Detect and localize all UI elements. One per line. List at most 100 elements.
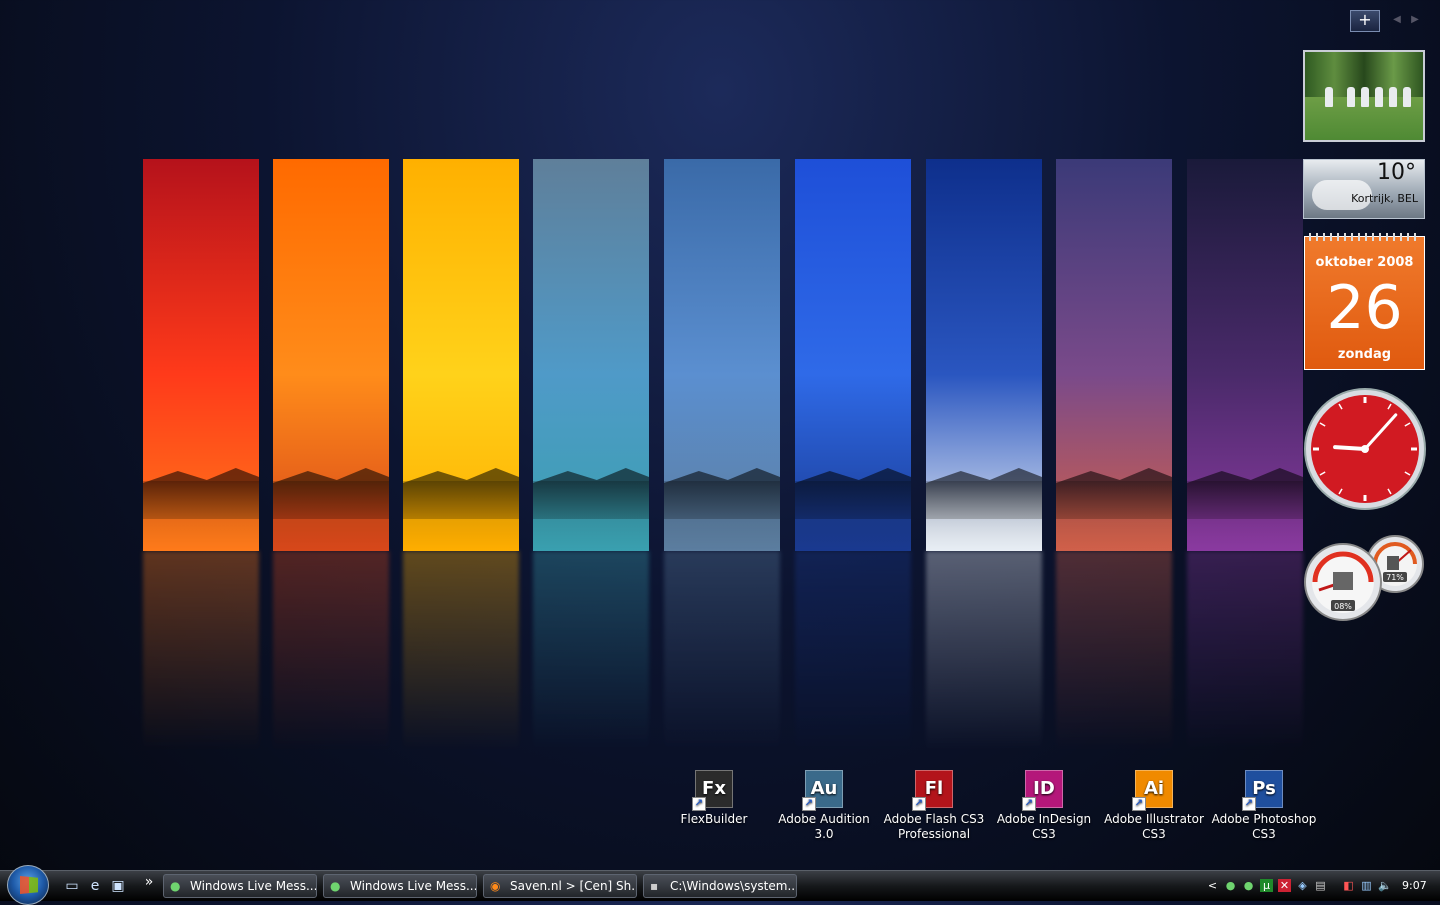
calendar-gadget[interactable]: oktober 2008 26 zondag bbox=[1304, 233, 1425, 370]
weather-location: Kortrijk, BEL bbox=[1351, 192, 1418, 205]
taskbar-button-label: Saven.nl > [Cen] Sh... bbox=[510, 879, 637, 893]
desktop-icon-indesign[interactable]: ID ↗ Adobe InDesign CS3 bbox=[989, 770, 1099, 842]
desktop-icon-illustrator[interactable]: Ai ↗ Adobe Illustrator CS3 bbox=[1099, 770, 1209, 842]
wallpaper-reflection bbox=[143, 551, 259, 751]
cpu-meter-gadget[interactable]: 71% 08% bbox=[1303, 528, 1427, 623]
shortcut-arrow-icon: ↗ bbox=[692, 797, 706, 811]
strip-sea bbox=[533, 481, 649, 551]
desktop-icon-photoshop[interactable]: Ps ↗ Adobe Photoshop CS3 bbox=[1209, 770, 1319, 842]
calendar-rings bbox=[1309, 233, 1420, 241]
taskbar-button-cmd[interactable]: ▪ C:\Windows\system... bbox=[643, 874, 797, 898]
clock-center bbox=[1361, 445, 1369, 453]
strip-sea bbox=[926, 481, 1042, 551]
wallpaper-strip bbox=[1187, 159, 1303, 551]
wallpaper-strip bbox=[664, 159, 780, 551]
taskbar-button-firefox[interactable]: ◉ Saven.nl > [Cen] Sh... bbox=[483, 874, 637, 898]
taskbar-button-label: Windows Live Mess... bbox=[350, 879, 477, 893]
shortcut-arrow-icon: ↗ bbox=[1242, 797, 1256, 811]
wallpaper-reflection bbox=[273, 551, 389, 751]
photo-figure bbox=[1389, 87, 1397, 107]
desktop-icon-label: Adobe Flash CS3 Professional bbox=[883, 812, 985, 841]
taskbar: ▭ e ▣ » ● Windows Live Mess... ● Windows… bbox=[0, 865, 1440, 905]
tray-expand-button[interactable]: < bbox=[1206, 879, 1219, 892]
alert-tray-icon[interactable]: ◧ bbox=[1342, 879, 1355, 892]
utorrent-tray-icon[interactable]: μ bbox=[1260, 879, 1273, 892]
strip-sea bbox=[795, 481, 911, 551]
desktop-icon-label: FlexBuilder bbox=[680, 812, 748, 826]
desktop-icon-label: Adobe Audition 3.0 bbox=[778, 812, 870, 841]
wallpaper-reflection bbox=[926, 551, 1042, 751]
photo-figure bbox=[1325, 87, 1333, 107]
network-tray-icon[interactable]: ◈ bbox=[1296, 879, 1309, 892]
firefox-icon: ◉ bbox=[490, 879, 501, 893]
wallpaper-reflection bbox=[1056, 551, 1172, 751]
strip-sea bbox=[273, 481, 389, 551]
weather-temperature: 10° bbox=[1377, 160, 1416, 185]
strip-sea bbox=[664, 481, 780, 551]
previous-gadgets-icon[interactable]: ◀ bbox=[1390, 14, 1404, 26]
strip-sea bbox=[143, 481, 259, 551]
antivirus-tray-icon[interactable]: ✕ bbox=[1278, 879, 1291, 892]
strip-sea bbox=[1187, 481, 1303, 551]
add-gadget-button[interactable]: + bbox=[1350, 10, 1380, 32]
taskbar-button-messenger-2[interactable]: ● Windows Live Mess... bbox=[323, 874, 477, 898]
wallpaper-strip bbox=[1056, 159, 1172, 551]
wallpaper-strip bbox=[533, 159, 649, 551]
strip-sea bbox=[1056, 481, 1172, 551]
taskbar-button-messenger-1[interactable]: ● Windows Live Mess... bbox=[163, 874, 317, 898]
wallpaper-reflection bbox=[795, 551, 911, 751]
messenger-icon: ● bbox=[170, 879, 181, 893]
desktop-icon-label: Adobe Photoshop CS3 bbox=[1211, 812, 1317, 841]
messenger-tray-icon[interactable]: ● bbox=[1224, 879, 1237, 892]
next-gadgets-icon[interactable]: ▶ bbox=[1408, 14, 1422, 26]
wallpaper-reflection bbox=[1187, 551, 1303, 751]
desktop[interactable]: Fx ↗ FlexBuilder Au ↗ Adobe Audition 3.0 F… bbox=[0, 0, 1440, 870]
photoshop-icon: Ps ↗ bbox=[1242, 770, 1283, 811]
flash-icon: Fl ↗ bbox=[912, 770, 953, 811]
desktop-icon-label: Adobe InDesign CS3 bbox=[996, 812, 1092, 841]
clock-time[interactable]: 9:07 bbox=[1402, 879, 1427, 892]
clock-gadget[interactable] bbox=[1303, 387, 1427, 511]
illustrator-icon: Ai ↗ bbox=[1132, 770, 1173, 811]
start-button[interactable] bbox=[7, 865, 49, 905]
taskbar-button-label: C:\Windows\system... bbox=[670, 879, 797, 893]
calendar-weekday: zondag bbox=[1337, 347, 1392, 362]
flexbuilder-icon: Fx ↗ bbox=[692, 770, 733, 811]
volume-icon[interactable]: 🔈 bbox=[1378, 879, 1392, 892]
wallpaper-reflection bbox=[403, 551, 519, 751]
audition-icon: Au ↗ bbox=[802, 770, 843, 811]
photo-figure bbox=[1347, 87, 1355, 107]
desktop-icon-flash[interactable]: Fl ↗ Adobe Flash CS3 Professional bbox=[879, 770, 989, 842]
wallpaper-reflection bbox=[533, 551, 649, 751]
memory-readout: 71% bbox=[1386, 573, 1404, 582]
wallpaper-strip bbox=[403, 159, 519, 551]
slideshow-gadget[interactable] bbox=[1303, 50, 1425, 142]
wallpaper-strip bbox=[795, 159, 911, 551]
desktop-icon-label: Adobe Illustrator CS3 bbox=[1104, 812, 1204, 841]
desktop-icon-flexbuilder[interactable]: Fx ↗ FlexBuilder bbox=[659, 770, 769, 827]
weather-gadget[interactable]: 10° Kortrijk, BEL bbox=[1303, 159, 1425, 219]
shortcut-arrow-icon: ↗ bbox=[802, 797, 816, 811]
wallpaper-strip bbox=[926, 159, 1042, 551]
memory-chip-icon bbox=[1387, 556, 1399, 570]
calendar-month: oktober 2008 bbox=[1315, 255, 1414, 270]
clock-hour-hand bbox=[1333, 445, 1367, 451]
show-desktop-icon[interactable]: ▭ bbox=[63, 877, 81, 895]
desktop-icon-audition[interactable]: Au ↗ Adobe Audition 3.0 bbox=[769, 770, 879, 842]
connection-tray-icon[interactable]: ▥ bbox=[1360, 879, 1373, 892]
windows-logo-icon bbox=[20, 876, 38, 894]
wallpaper-reflection bbox=[664, 551, 780, 751]
switch-windows-icon[interactable]: ▣ bbox=[109, 877, 127, 895]
cpu-readout: 08% bbox=[1334, 602, 1352, 611]
sidebar-controls: + ◀ ▶ bbox=[1350, 10, 1430, 32]
device-tray-icon[interactable]: ▤ bbox=[1314, 879, 1327, 892]
wallpaper-strip bbox=[273, 159, 389, 551]
photo-figure bbox=[1375, 87, 1383, 107]
cpu-chip-icon bbox=[1333, 572, 1353, 590]
internet-explorer-icon[interactable]: e bbox=[86, 877, 104, 895]
photo-figure bbox=[1361, 87, 1369, 107]
messenger-tray-icon[interactable]: ● bbox=[1242, 879, 1255, 892]
quicklaunch-more-button[interactable]: » bbox=[140, 873, 158, 891]
calendar-day: 26 bbox=[1326, 273, 1403, 343]
strip-sea bbox=[403, 481, 519, 551]
